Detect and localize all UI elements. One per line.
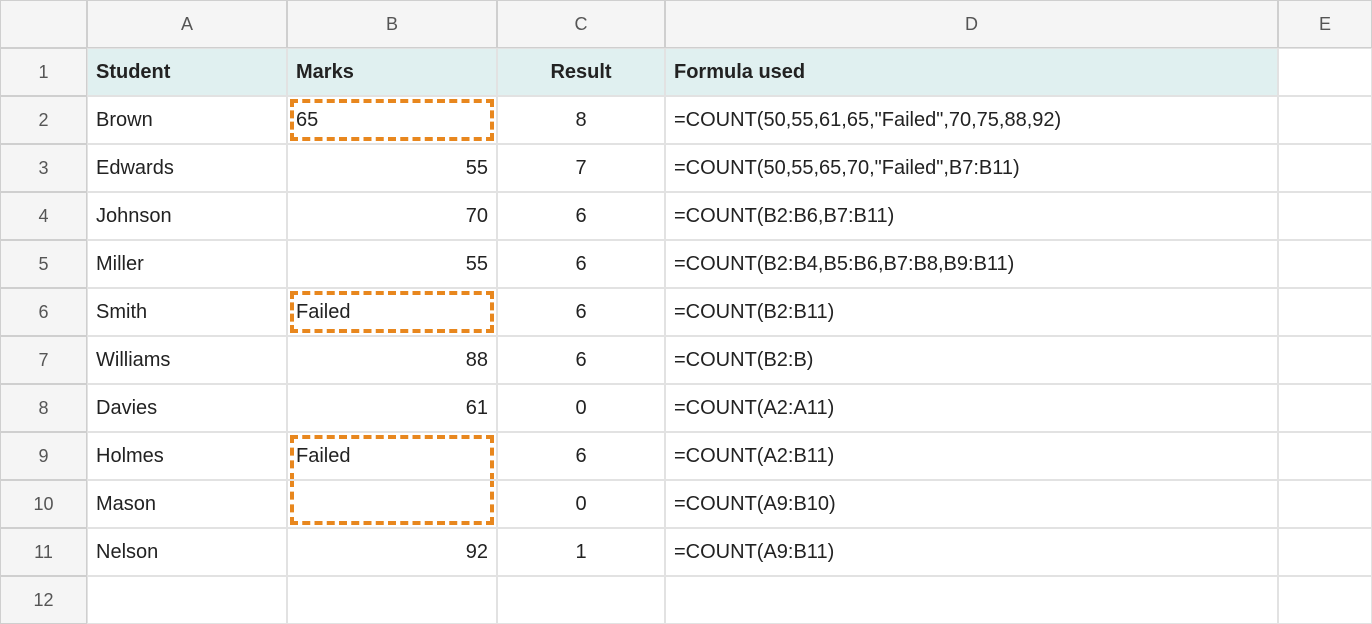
- cell-C3[interactable]: 7: [497, 144, 665, 192]
- cell-E7[interactable]: [1278, 336, 1372, 384]
- row-header-7[interactable]: 7: [0, 336, 87, 384]
- row-header-11[interactable]: 11: [0, 528, 87, 576]
- cell-A7[interactable]: Williams: [87, 336, 287, 384]
- row-header-6[interactable]: 6: [0, 288, 87, 336]
- cell-B8[interactable]: 61: [287, 384, 497, 432]
- row-header-2[interactable]: 2: [0, 96, 87, 144]
- cell-B4[interactable]: 70: [287, 192, 497, 240]
- cell-B10[interactable]: [287, 480, 497, 528]
- cell-A2[interactable]: Brown: [87, 96, 287, 144]
- cell-E11[interactable]: [1278, 528, 1372, 576]
- cell-E5[interactable]: [1278, 240, 1372, 288]
- cell-E8[interactable]: [1278, 384, 1372, 432]
- cell-D8[interactable]: =COUNT(A2:A11): [665, 384, 1278, 432]
- cell-A12[interactable]: [87, 576, 287, 624]
- cell-B1[interactable]: Marks: [287, 48, 497, 96]
- cell-B2[interactable]: 65: [287, 96, 497, 144]
- cell-D2[interactable]: =COUNT(50,55,61,65,"Failed",70,75,88,92): [665, 96, 1278, 144]
- cell-C11[interactable]: 1: [497, 528, 665, 576]
- cell-D6[interactable]: =COUNT(B2:B11): [665, 288, 1278, 336]
- cell-B11[interactable]: 92: [287, 528, 497, 576]
- cell-D9[interactable]: =COUNT(A2:B11): [665, 432, 1278, 480]
- cell-A6[interactable]: Smith: [87, 288, 287, 336]
- cell-D5[interactable]: =COUNT(B2:B4,B5:B6,B7:B8,B9:B11): [665, 240, 1278, 288]
- cell-A4[interactable]: Johnson: [87, 192, 287, 240]
- cell-B9[interactable]: Failed: [287, 432, 497, 480]
- cell-B12[interactable]: [287, 576, 497, 624]
- cell-D11[interactable]: =COUNT(A9:B11): [665, 528, 1278, 576]
- row-header-1[interactable]: 1: [0, 48, 87, 96]
- row-header-4[interactable]: 4: [0, 192, 87, 240]
- cell-E6[interactable]: [1278, 288, 1372, 336]
- cell-E3[interactable]: [1278, 144, 1372, 192]
- cell-D4[interactable]: =COUNT(B2:B6,B7:B11): [665, 192, 1278, 240]
- cell-C6[interactable]: 6: [497, 288, 665, 336]
- cell-A10[interactable]: Mason: [87, 480, 287, 528]
- col-header-E[interactable]: E: [1278, 0, 1372, 48]
- row-header-12[interactable]: 12: [0, 576, 87, 624]
- cell-E9[interactable]: [1278, 432, 1372, 480]
- cell-B3[interactable]: 55: [287, 144, 497, 192]
- cell-E12[interactable]: [1278, 576, 1372, 624]
- cell-D12[interactable]: [665, 576, 1278, 624]
- cell-E2[interactable]: [1278, 96, 1372, 144]
- cell-A1[interactable]: Student: [87, 48, 287, 96]
- cell-E10[interactable]: [1278, 480, 1372, 528]
- cell-C10[interactable]: 0: [497, 480, 665, 528]
- cell-B7[interactable]: 88: [287, 336, 497, 384]
- select-all-corner[interactable]: [0, 0, 87, 48]
- cell-D1[interactable]: Formula used: [665, 48, 1278, 96]
- cell-A9[interactable]: Holmes: [87, 432, 287, 480]
- cell-C9[interactable]: 6: [497, 432, 665, 480]
- cell-A8[interactable]: Davies: [87, 384, 287, 432]
- row-header-8[interactable]: 8: [0, 384, 87, 432]
- cell-A3[interactable]: Edwards: [87, 144, 287, 192]
- cell-D3[interactable]: =COUNT(50,55,65,70,"Failed",B7:B11): [665, 144, 1278, 192]
- cell-C7[interactable]: 6: [497, 336, 665, 384]
- cell-D7[interactable]: =COUNT(B2:B): [665, 336, 1278, 384]
- cell-C5[interactable]: 6: [497, 240, 665, 288]
- cell-C12[interactable]: [497, 576, 665, 624]
- cell-A5[interactable]: Miller: [87, 240, 287, 288]
- spreadsheet-grid[interactable]: A B C D E 1 Student Marks Result Formula…: [0, 0, 1372, 624]
- row-header-9[interactable]: 9: [0, 432, 87, 480]
- row-header-10[interactable]: 10: [0, 480, 87, 528]
- cell-D10[interactable]: =COUNT(A9:B10): [665, 480, 1278, 528]
- col-header-D[interactable]: D: [665, 0, 1278, 48]
- cell-A11[interactable]: Nelson: [87, 528, 287, 576]
- col-header-C[interactable]: C: [497, 0, 665, 48]
- cell-C8[interactable]: 0: [497, 384, 665, 432]
- row-header-5[interactable]: 5: [0, 240, 87, 288]
- row-header-3[interactable]: 3: [0, 144, 87, 192]
- col-header-A[interactable]: A: [87, 0, 287, 48]
- cell-E4[interactable]: [1278, 192, 1372, 240]
- cell-E1[interactable]: [1278, 48, 1372, 96]
- cell-C2[interactable]: 8: [497, 96, 665, 144]
- cell-B5[interactable]: 55: [287, 240, 497, 288]
- cell-C1[interactable]: Result: [497, 48, 665, 96]
- cell-B6[interactable]: Failed: [287, 288, 497, 336]
- cell-C4[interactable]: 6: [497, 192, 665, 240]
- col-header-B[interactable]: B: [287, 0, 497, 48]
